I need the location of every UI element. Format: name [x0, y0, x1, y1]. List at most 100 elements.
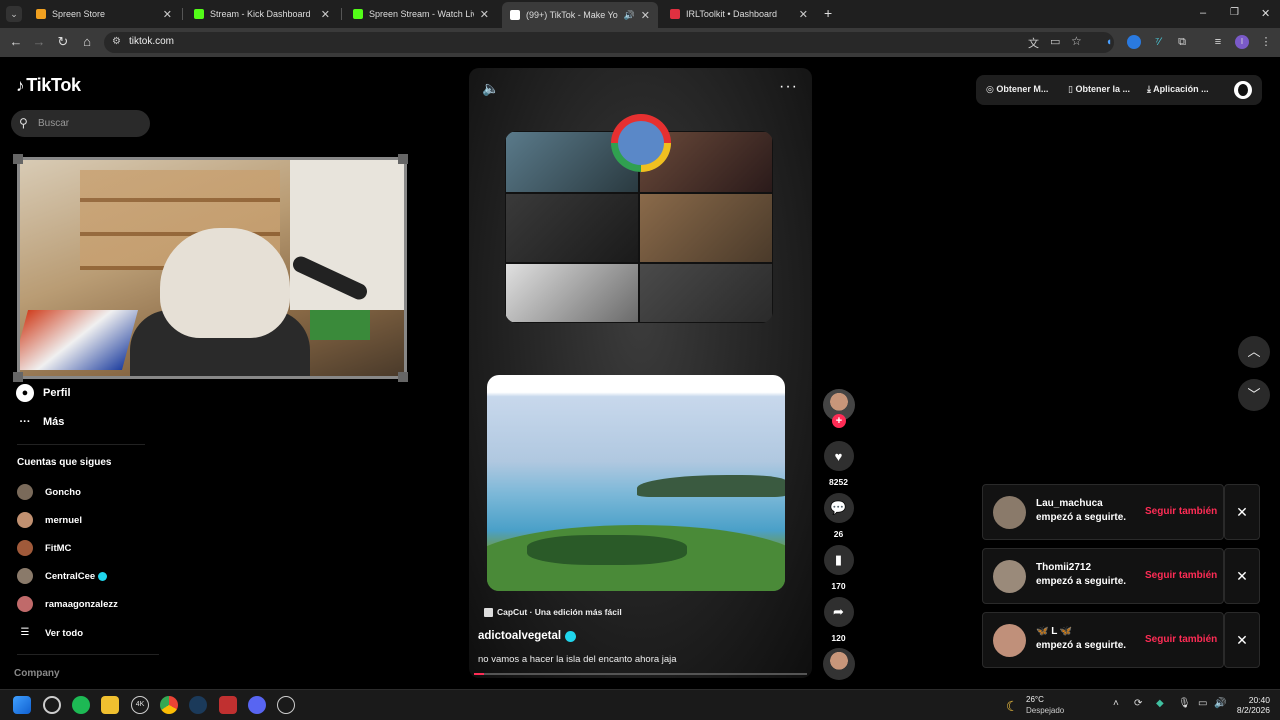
tab-tiktok[interactable]: (99+) TikTok - Make Your Da 🔊 ✕ — [502, 2, 658, 28]
tab-spreen-stream[interactable]: Spreen Stream - Watch Live on ✕ — [345, 3, 497, 25]
steam-icon[interactable] — [189, 696, 207, 714]
speaker-icon[interactable]: 🔊 — [624, 10, 635, 21]
voicemeeter-icon[interactable] — [219, 696, 237, 714]
home-icon[interactable]: ⌂ — [79, 34, 95, 50]
user-avatar[interactable] — [1234, 81, 1252, 99]
file-explorer-icon[interactable] — [101, 696, 119, 714]
chrome-icon[interactable] — [160, 696, 178, 714]
tab-close-icon[interactable]: ✕ — [480, 8, 489, 21]
chevron-up-icon[interactable]: ˄ — [1113, 698, 1119, 709]
discord-icon[interactable] — [248, 696, 266, 714]
close-icon[interactable]: ✕ — [1224, 548, 1260, 604]
network-icon[interactable]: ▭ — [1198, 698, 1207, 709]
collage-badge — [611, 114, 671, 172]
avatar — [993, 496, 1026, 529]
new-tab-button[interactable]: + — [824, 5, 832, 21]
browser-toolbar: ← → ↻ ⌂ ⚙ tiktok.com 文 ▭ ☆ ◖ ⁷⁄ ⧉ ≡ I ⋮ — [0, 28, 1280, 57]
close-window-icon[interactable]: ✕ — [1261, 7, 1270, 20]
following-item[interactable]: FitMC — [17, 540, 71, 556]
avatar — [17, 484, 33, 500]
follow-back-button[interactable]: Seguir también — [1145, 570, 1217, 581]
tiktok-note-icon: ♪ — [16, 76, 25, 95]
sync-icon[interactable]: ⟳ — [1134, 698, 1142, 709]
get-coins-button[interactable]: ◎ Obtener M... — [986, 84, 1048, 95]
nav-more[interactable]: ··· Más — [16, 413, 65, 431]
irltoolkit-favicon-icon — [670, 9, 680, 19]
save-button[interactable]: ▮ 170 — [822, 545, 855, 591]
music-disc[interactable] — [823, 648, 855, 680]
following-item[interactable]: ramaagonzalezz — [17, 596, 118, 612]
site-info-icon[interactable]: ⚙ — [112, 36, 121, 47]
avatar — [17, 596, 33, 612]
tab-kick-dashboard[interactable]: Stream - Kick Dashboard ✕ — [186, 3, 338, 25]
follow-notification: Thomii2712 empezó a seguirte. Seguir tam… — [982, 548, 1224, 604]
forward-arrow-icon[interactable]: → — [31, 34, 47, 50]
volume-icon[interactable]: 🔊 — [1214, 698, 1226, 709]
tiktok-logo[interactable]: ♪ TikTok — [16, 75, 81, 96]
follow-notification: Lau_machuca empezó a seguirte. Seguir ta… — [982, 484, 1224, 540]
profile-avatar[interactable]: I — [1235, 35, 1249, 49]
nav-profile[interactable]: ● Perfil — [16, 384, 71, 402]
security-icon[interactable]: ◆ — [1156, 698, 1164, 709]
follow-back-button[interactable]: Seguir también — [1145, 634, 1217, 645]
extension-icon[interactable] — [1127, 35, 1141, 49]
address-bar[interactable]: ⚙ tiktok.com 文 ▭ ☆ — [104, 32, 1114, 53]
more-options-icon[interactable]: ··· — [779, 78, 798, 96]
back-arrow-icon[interactable]: ← — [8, 34, 24, 50]
volume-icon[interactable]: 🔈 — [482, 80, 499, 97]
cast-icon[interactable]: ▭ — [1050, 35, 1060, 48]
minimize-window-icon[interactable]: – — [1200, 7, 1206, 19]
translate-icon[interactable]: 文 — [1028, 35, 1039, 51]
following-item[interactable]: mernuel — [17, 512, 82, 528]
search-input[interactable]: ⚲ Buscar — [11, 110, 150, 137]
bookmark-star-icon[interactable]: ☆ — [1071, 34, 1082, 48]
reload-icon[interactable]: ↻ — [55, 34, 71, 50]
system-clock[interactable]: 20:40 8/2/2026 — [1228, 695, 1270, 715]
app-icon[interactable] — [43, 696, 61, 714]
tab-irltoolkit[interactable]: IRLToolkit • Dashboard ✕ — [662, 3, 816, 25]
tiktok-page: ♪ TikTok ⚲ Buscar ● Perfil ··· Más Cuenta… — [0, 57, 1280, 689]
app-icon[interactable] — [277, 696, 295, 714]
browser-tab-bar: ⌄ Spreen Store ✕ Stream - Kick Dashboard… — [0, 0, 1280, 28]
like-button[interactable]: ♥ 8252 — [822, 441, 855, 487]
video-progress-bar[interactable] — [474, 673, 807, 675]
capcut-tag[interactable]: CapCut · Una edición más fácil — [484, 607, 622, 617]
tab-close-icon[interactable]: ✕ — [163, 8, 172, 21]
avatar — [993, 624, 1026, 657]
follow-plus-icon[interactable]: + — [832, 414, 846, 428]
tab-spreen-store[interactable]: Spreen Store ✕ — [28, 3, 180, 25]
reading-list-icon[interactable]: ≡ — [1211, 35, 1225, 49]
next-video-button[interactable]: ﹀ — [1238, 379, 1270, 411]
avatar — [993, 560, 1026, 593]
following-item[interactable]: CentralCee — [17, 568, 108, 584]
comment-icon: 💬 — [823, 493, 854, 523]
restore-window-icon[interactable]: ❐ — [1230, 7, 1239, 18]
spotify-icon[interactable] — [72, 696, 90, 714]
browser-menu-icon[interactable]: ⋮ — [1259, 35, 1273, 49]
video-author[interactable]: adictoalvegetal — [478, 630, 577, 642]
share-button[interactable]: ➦ 120 — [822, 597, 855, 643]
4k-app-icon[interactable]: 4K — [131, 696, 149, 714]
follow-back-button[interactable]: Seguir también — [1145, 506, 1217, 517]
get-app-button[interactable]: ▯ Obtener la ... — [1068, 84, 1130, 95]
kick-favicon-icon — [194, 9, 204, 19]
extension-icon[interactable]: ⁷⁄ — [1151, 35, 1165, 49]
comment-button[interactable]: 💬 26 — [822, 493, 855, 539]
tab-close-icon[interactable]: ✕ — [641, 9, 650, 22]
close-icon[interactable]: ✕ — [1224, 484, 1260, 540]
tab-close-icon[interactable]: ✕ — [799, 8, 808, 21]
video-player[interactable]: 🔈 ··· CapCut · Una edición más fácil adi… — [469, 68, 812, 678]
extensions-puzzle-icon[interactable]: ⧉ — [1175, 35, 1189, 49]
following-item[interactable]: Goncho — [17, 484, 81, 500]
tab-close-icon[interactable]: ✕ — [321, 8, 330, 21]
microphone-icon[interactable]: 🎙 — [1178, 698, 1191, 709]
tab-search-button[interactable]: ⌄ — [6, 6, 22, 22]
extension-icon[interactable]: ◖ — [1102, 35, 1116, 49]
company-link[interactable]: Company — [14, 668, 60, 679]
download-app-button[interactable]: ⤓ Aplicación ... — [1147, 84, 1209, 95]
see-all-link[interactable]: ☰ Ver todo — [17, 625, 84, 641]
previous-video-button[interactable]: ︿ — [1238, 336, 1270, 368]
spreen-store-favicon-icon — [36, 9, 46, 19]
windows-start-icon[interactable] — [13, 696, 31, 714]
close-icon[interactable]: ✕ — [1224, 612, 1260, 668]
